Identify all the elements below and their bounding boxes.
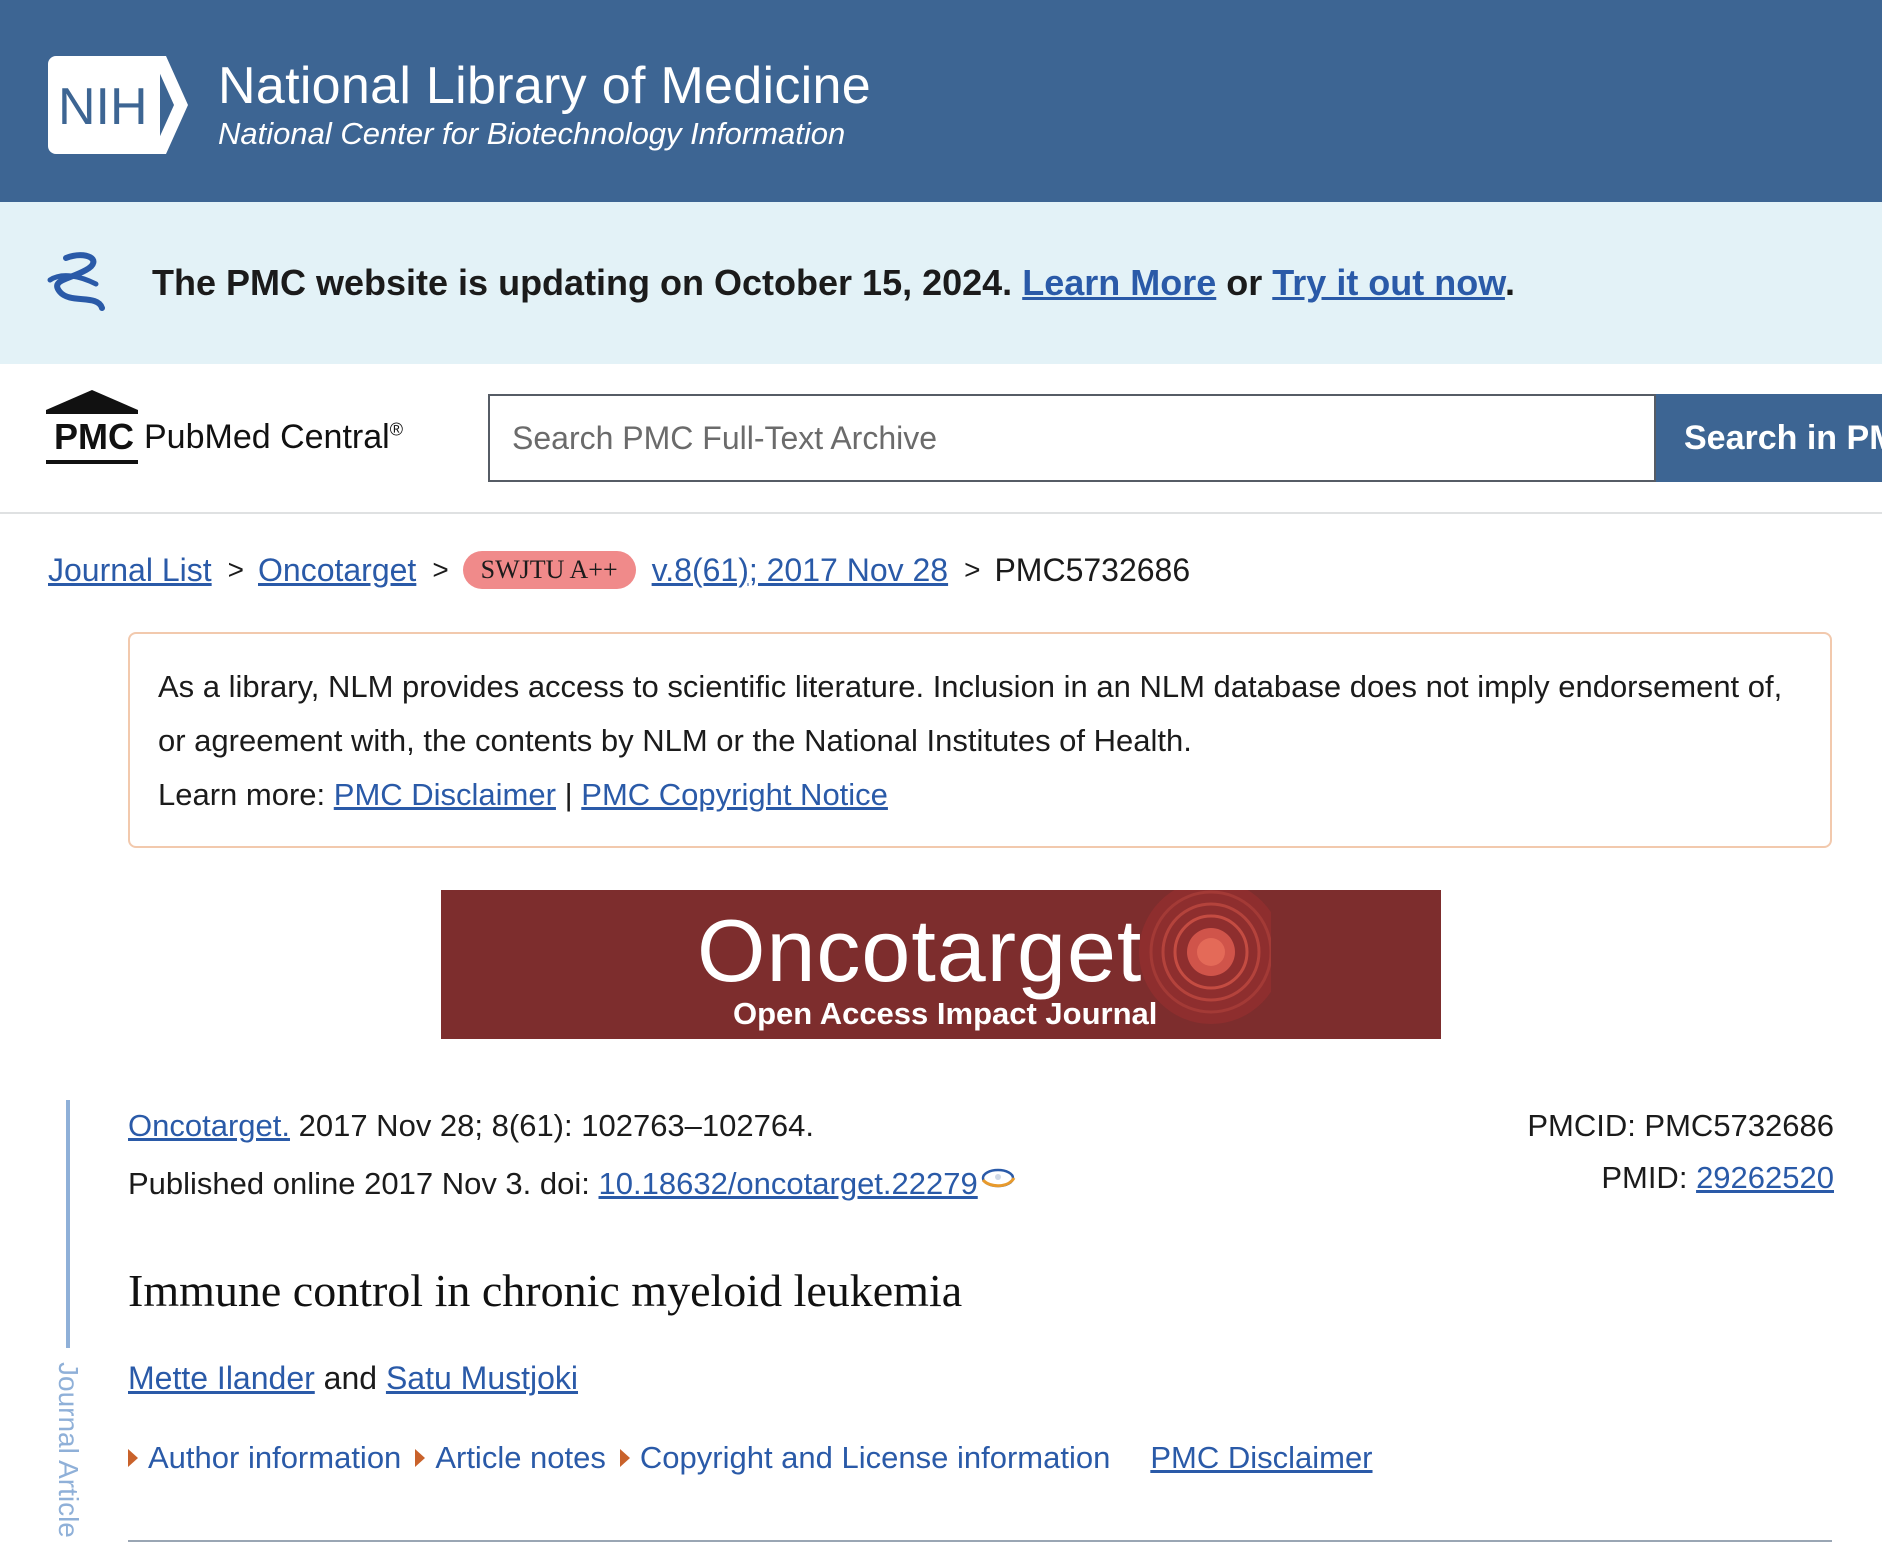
- breadcrumb-separator: >: [432, 554, 449, 585]
- copyright-toggle[interactable]: Copyright and License information: [619, 1440, 1111, 1476]
- pmcid: PMCID: PMC5732686: [1527, 1108, 1834, 1143]
- breadcrumb-issue[interactable]: v.8(61); 2017 Nov 28: [652, 552, 948, 589]
- journal-link[interactable]: Oncotarget.: [128, 1108, 290, 1143]
- update-message: The PMC website is updating on October 1…: [152, 262, 1013, 303]
- pmc-abbr: PMC: [54, 416, 134, 457]
- doi-link[interactable]: 10.18632/oncotarget.22279: [599, 1166, 978, 1201]
- breadcrumb: Journal List > Oncotarget > SWJTU A++ v.…: [48, 548, 1190, 592]
- article-title: Immune control in chronic myeloid leukem…: [128, 1265, 963, 1316]
- learn-more-link[interactable]: Learn More: [1022, 262, 1216, 303]
- authors: Mette Ilander and Satu Mustjoki: [128, 1360, 578, 1397]
- section-divider: [128, 1540, 1832, 1542]
- try-it-link[interactable]: Try it out now: [1272, 262, 1505, 303]
- journal-article-sidebar: [66, 1100, 70, 1348]
- pmc-underline: [46, 460, 138, 464]
- triangle-right-icon: [415, 1449, 426, 1467]
- breadcrumb-journal-list[interactable]: Journal List: [48, 552, 212, 589]
- nih-title[interactable]: National Library of Medicine: [218, 56, 871, 116]
- article-notes-toggle[interactable]: Article notes: [415, 1440, 606, 1476]
- or-text: or: [1226, 262, 1263, 303]
- doi-icon: [981, 1168, 1016, 1188]
- article-disclaimer-link[interactable]: PMC Disclaimer: [1150, 1440, 1372, 1476]
- pmc-disclaimer-link[interactable]: PMC Disclaimer: [334, 777, 556, 812]
- pmc-building-base: [46, 410, 138, 414]
- period: .: [1504, 262, 1515, 303]
- disclaimer-text: As a library, NLM provides access to sci…: [158, 669, 1783, 758]
- nih-header: NIH National Library of Medicine Nationa…: [0, 0, 1882, 202]
- breadcrumb-current: PMC5732686: [994, 551, 1191, 588]
- author-link[interactable]: Mette Ilander: [128, 1360, 315, 1396]
- search-button[interactable]: Search in PMC: [1656, 394, 1882, 482]
- breadcrumb-separator: >: [227, 554, 244, 585]
- reg-mark: ®: [389, 419, 403, 440]
- helix-icon: [47, 252, 105, 311]
- published-text: Published online 2017 Nov 3. doi:: [128, 1166, 590, 1201]
- author-information-toggle[interactable]: Author information: [128, 1440, 401, 1476]
- disclaimer-divider: |: [564, 777, 573, 812]
- swjtu-badge[interactable]: SWJTU A++: [462, 551, 636, 589]
- breadcrumb-oncotarget[interactable]: Oncotarget: [258, 552, 416, 589]
- pmc-name-text: PubMed Central: [144, 418, 390, 456]
- svg-text:NIH: NIH: [58, 78, 148, 136]
- pmid-line: PMID: 29262520: [1601, 1160, 1834, 1196]
- article-meta-links: Author information Article notes Copyrig…: [128, 1440, 1373, 1476]
- pmid-link[interactable]: 29262520: [1696, 1160, 1834, 1195]
- author-link[interactable]: Satu Mustjoki: [386, 1360, 578, 1396]
- copyright-label: Copyright and License information: [639, 1440, 1111, 1475]
- journal-article-label: Journal Article: [53, 1362, 84, 1538]
- nih-subtitle: National Center for Biotechnology Inform…: [218, 116, 846, 151]
- article-notes-label: Article notes: [435, 1440, 606, 1475]
- pmc-copyright-link[interactable]: PMC Copyright Notice: [581, 777, 888, 812]
- authors-and: and: [323, 1360, 378, 1396]
- triangle-right-icon: [128, 1449, 138, 1467]
- journal-banner-name: Oncotarget: [697, 901, 1143, 1000]
- author-information-label: Author information: [148, 1440, 402, 1475]
- citation-line: Oncotarget. 2017 Nov 28; 8(61): 102763–1…: [128, 1108, 814, 1144]
- breadcrumb-separator: >: [964, 554, 981, 585]
- journal-banner[interactable]: Oncotarget Open Access Impact Journal: [441, 890, 1441, 1039]
- header-divider: [0, 512, 1882, 514]
- pmc-name: PubMed Central®: [144, 418, 403, 457]
- nlm-disclaimer-box: As a library, NLM provides access to sci…: [128, 632, 1832, 848]
- nih-logo-icon[interactable]: NIH: [48, 56, 188, 154]
- citation-text: 2017 Nov 28; 8(61): 102763–102764.: [298, 1108, 814, 1143]
- journal-banner-tagline: Open Access Impact Journal: [733, 996, 1158, 1031]
- disclaimer-learn-more: Learn more:: [158, 777, 326, 812]
- update-banner-text: The PMC website is updating on October 1…: [152, 262, 1515, 304]
- published-line: Published online 2017 Nov 3. doi: 10.186…: [128, 1166, 1016, 1202]
- triangle-right-icon: [619, 1449, 630, 1467]
- search-input[interactable]: [488, 394, 1656, 482]
- pmc-building-icon: [46, 390, 138, 410]
- pmid-label: PMID:: [1601, 1160, 1688, 1195]
- pmc-logo[interactable]: PMC PubMed Central®: [46, 390, 406, 466]
